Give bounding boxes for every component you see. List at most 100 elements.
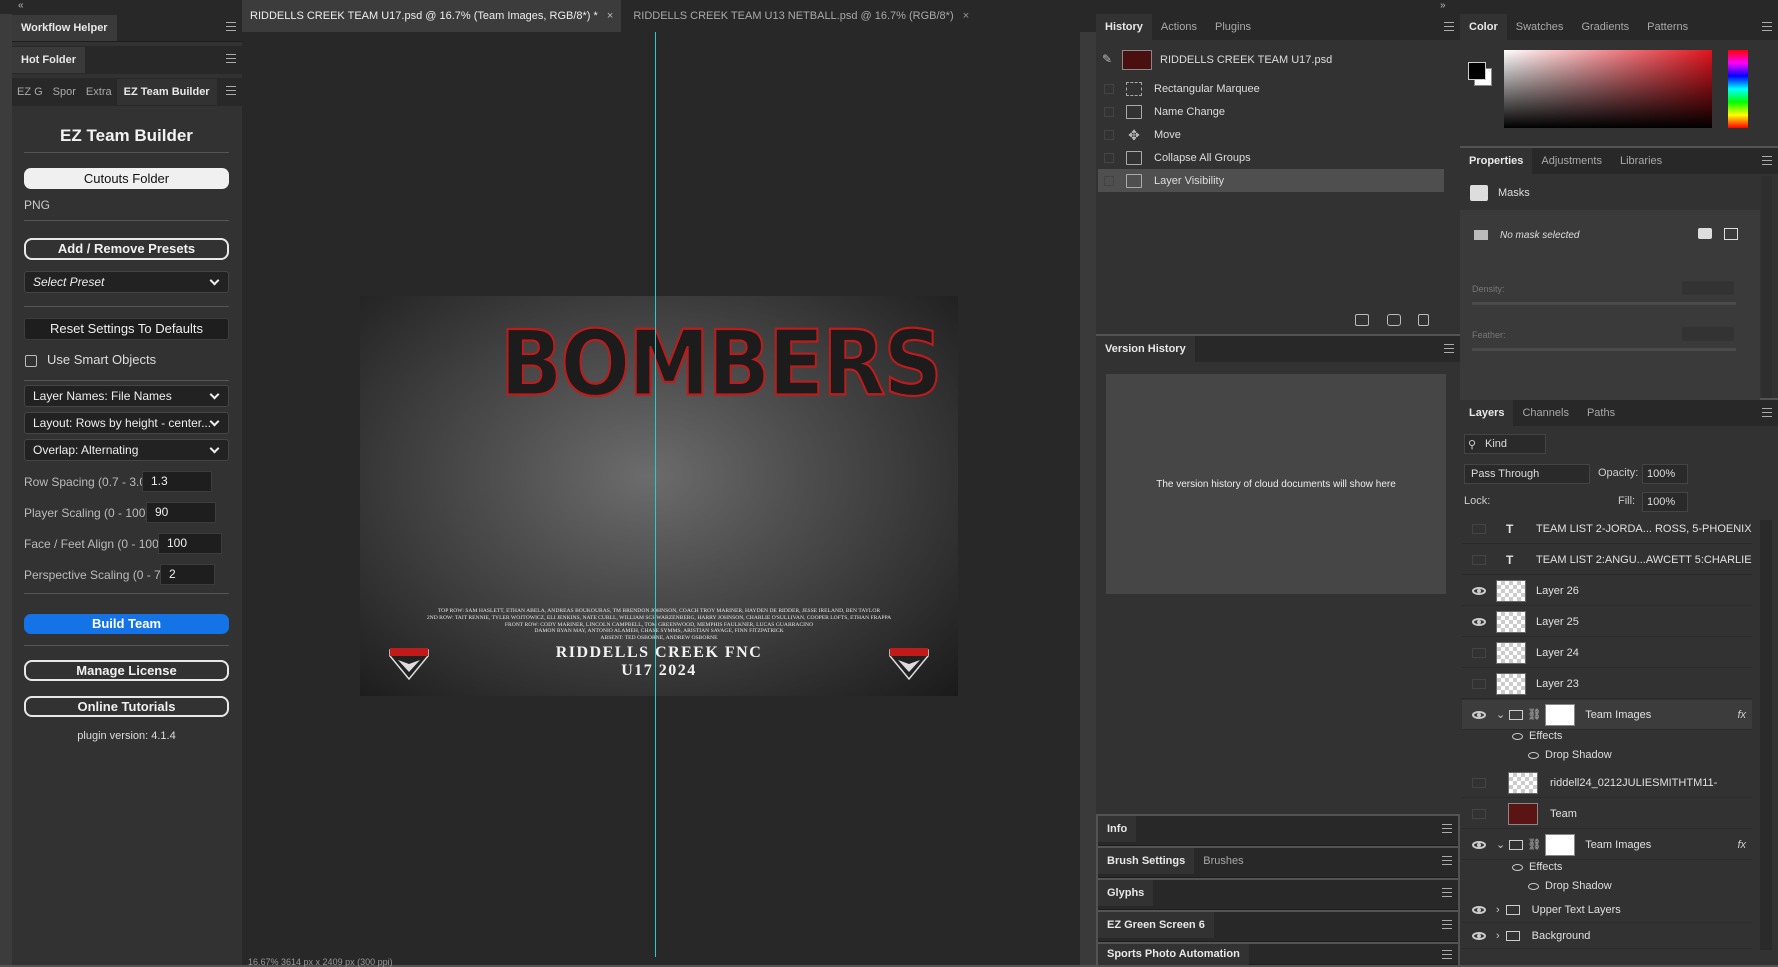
blend-mode-dropdown[interactable]: Pass Through <box>1464 464 1590 484</box>
tab-color[interactable]: Color <box>1460 14 1507 40</box>
tab-brush-settings[interactable]: Brush Settings <box>1098 848 1195 874</box>
vector-mask-icon[interactable] <box>1724 228 1738 240</box>
effects-row[interactable]: Effects <box>1512 861 1562 873</box>
layer-row[interactable]: Layer 26 <box>1462 576 1752 606</box>
chevron-right-icon[interactable]: › <box>1496 904 1500 916</box>
tab-extra[interactable]: Extra <box>81 79 117 105</box>
eye-icon[interactable] <box>1512 863 1523 871</box>
fx-icon[interactable]: fx <box>1737 839 1746 851</box>
eye-icon[interactable] <box>1512 732 1523 740</box>
layer-row[interactable]: Layer 23 <box>1462 669 1752 699</box>
drop-shadow-row[interactable]: Drop Shadow <box>1528 880 1612 892</box>
chevron-right-icon[interactable]: › <box>1496 930 1500 942</box>
close-icon[interactable]: × <box>607 10 613 22</box>
panel-menu-icon[interactable] <box>226 22 236 31</box>
visibility-toggle[interactable] <box>1472 678 1486 689</box>
eye-icon[interactable] <box>1472 932 1486 940</box>
reset-defaults-button[interactable]: Reset Settings To Defaults <box>24 318 229 340</box>
checkbox[interactable] <box>1104 152 1114 163</box>
history-step[interactable]: Name Change <box>1098 100 1444 123</box>
tab-adjustments[interactable]: Adjustments <box>1532 148 1611 174</box>
drop-shadow-row[interactable]: Drop Shadow <box>1528 749 1612 761</box>
layer-row[interactable]: T TEAM LIST 2:ANGU...AWCETT 5:CHARLIE <box>1462 545 1752 575</box>
tab-actions[interactable]: Actions <box>1152 14 1206 40</box>
close-icon[interactable]: × <box>963 10 969 22</box>
effects-row[interactable]: Effects <box>1512 730 1562 742</box>
layer-folder-row[interactable]: › Upper Text Layers <box>1462 898 1752 923</box>
new-document-icon[interactable] <box>1355 314 1369 326</box>
layer-folder-row[interactable]: › Background <box>1462 924 1752 949</box>
tab-patterns[interactable]: Patterns <box>1638 14 1697 40</box>
panel-menu-icon[interactable] <box>1444 22 1454 31</box>
checkbox[interactable] <box>1104 129 1114 140</box>
tab-plugins[interactable]: Plugins <box>1206 14 1260 40</box>
layer-group-row[interactable]: ⌄ ⛓ Team Images fx <box>1462 830 1752 860</box>
build-team-button[interactable]: Build Team <box>24 614 229 634</box>
checkbox[interactable] <box>1104 83 1114 94</box>
layer-row[interactable]: Team <box>1462 799 1752 829</box>
density-slider[interactable] <box>1472 302 1736 305</box>
layer-row[interactable]: riddell24_0212JULIESMITHTM11- <box>1462 768 1752 798</box>
panel-menu-icon[interactable] <box>1762 156 1772 165</box>
opacity-field[interactable]: 100% <box>1642 464 1688 484</box>
eye-icon[interactable] <box>1472 710 1486 719</box>
collapse-left-icon[interactable]: « <box>18 0 24 11</box>
tab-swatches[interactable]: Swatches <box>1507 14 1573 40</box>
panel-menu-icon[interactable] <box>1444 344 1454 353</box>
layer-group-row-selected[interactable]: ⌄ ⛓ Team Images fx <box>1462 700 1752 730</box>
panel-menu-icon[interactable] <box>1762 408 1772 417</box>
chevron-down-icon[interactable]: ⌄ <box>1496 838 1505 851</box>
history-step[interactable]: ✥ Move <box>1098 123 1444 146</box>
panel-menu-icon[interactable] <box>1442 856 1452 865</box>
kind-filter-dropdown[interactable]: Kind <box>1464 434 1546 454</box>
layer-row[interactable]: Layer 25 <box>1462 607 1752 637</box>
color-field[interactable] <box>1504 50 1712 128</box>
layers-scrollbar[interactable] <box>1760 520 1772 950</box>
guide-line[interactable] <box>655 32 656 957</box>
properties-scrollbar[interactable] <box>1762 176 1772 398</box>
select-preset-dropdown[interactable]: Select Preset <box>24 271 229 293</box>
player-scaling-input[interactable]: 90 <box>146 502 216 523</box>
density-field[interactable] <box>1682 281 1734 295</box>
layout-dropdown[interactable]: Layout: Rows by height - center... <box>24 412 229 434</box>
tab-paths[interactable]: Paths <box>1578 400 1624 426</box>
document-tab-active[interactable]: RIDDELLS CREEK TEAM U17.psd @ 16.7% (Tea… <box>242 0 622 32</box>
hot-folder-tab[interactable]: Hot Folder <box>12 47 85 73</box>
workflow-helper-tab[interactable]: Workflow Helper <box>12 14 117 41</box>
manage-license-button[interactable]: Manage License <box>24 660 229 681</box>
panel-menu-icon[interactable] <box>1442 920 1452 929</box>
fill-field[interactable]: 100% <box>1642 492 1688 512</box>
tab-spor[interactable]: Spor <box>48 79 81 105</box>
eye-icon[interactable] <box>1472 617 1486 626</box>
eye-icon[interactable] <box>1472 840 1486 849</box>
panel-menu-icon[interactable] <box>1442 888 1452 897</box>
checkbox[interactable] <box>1104 106 1114 117</box>
visibility-toggle[interactable] <box>1472 647 1486 658</box>
tab-gradients[interactable]: Gradients <box>1572 14 1638 40</box>
online-tutorials-button[interactable]: Online Tutorials <box>24 696 229 717</box>
trash-icon[interactable] <box>1418 314 1429 326</box>
visibility-toggle[interactable] <box>1472 808 1486 819</box>
eye-icon[interactable] <box>1528 882 1539 890</box>
row-spacing-input[interactable]: 1.3 <box>142 471 212 492</box>
history-brush-icon[interactable]: ✎ <box>1102 52 1118 68</box>
layer-row[interactable]: T TEAM LIST 2-JORDA... ROSS, 5-PHOENIX <box>1462 514 1752 544</box>
tab-info[interactable]: Info <box>1098 816 1137 842</box>
eye-icon[interactable] <box>1528 751 1539 759</box>
feather-field[interactable] <box>1682 327 1734 341</box>
face-feet-input[interactable]: 100 <box>158 533 222 554</box>
tab-sports-photo-automation[interactable]: Sports Photo Automation <box>1098 944 1249 965</box>
hue-slider[interactable] <box>1728 50 1748 128</box>
checkbox[interactable] <box>1104 175 1114 186</box>
tab-history[interactable]: History <box>1096 14 1152 40</box>
collapse-right-icon[interactable]: » <box>1440 0 1446 11</box>
tab-properties[interactable]: Properties <box>1460 148 1533 174</box>
visibility-toggle[interactable] <box>1472 554 1486 565</box>
layer-names-dropdown[interactable]: Layer Names: File Names <box>24 385 229 407</box>
history-step[interactable]: Collapse All Groups <box>1098 146 1444 169</box>
history-step[interactable]: Rectangular Marquee <box>1098 77 1444 100</box>
feather-slider[interactable] <box>1472 348 1736 351</box>
panel-menu-icon[interactable] <box>1442 950 1452 959</box>
visibility-toggle[interactable] <box>1472 523 1486 534</box>
tab-version-history[interactable]: Version History <box>1096 336 1195 362</box>
